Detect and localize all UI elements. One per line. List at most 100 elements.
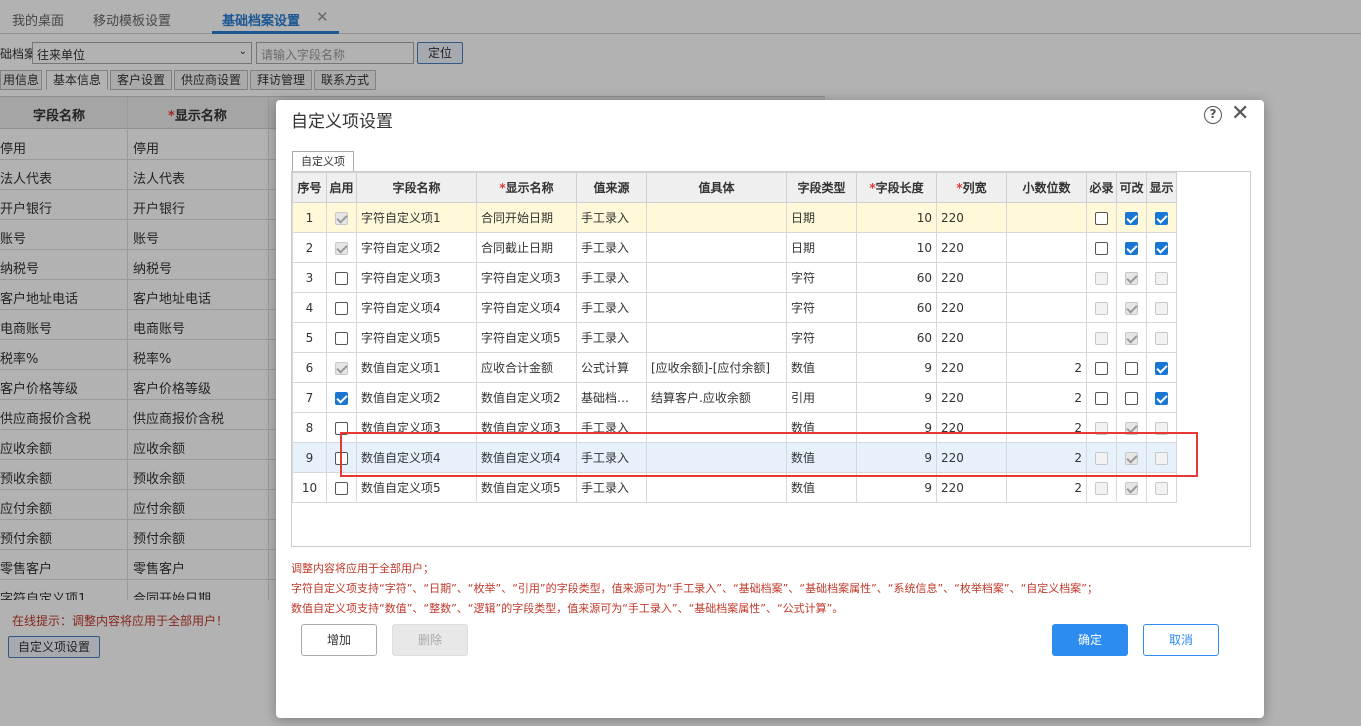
display-name-cell[interactable]: 应收合计金额 (476, 352, 577, 383)
display-name-cell[interactable]: 字符自定义项5 (476, 322, 577, 353)
editable-checkbox[interactable] (1125, 391, 1138, 405)
close-icon[interactable]: ✕ (1231, 103, 1249, 125)
column-width-cell[interactable]: 220 (936, 442, 1007, 473)
field-type-cell[interactable]: 日期 (786, 202, 857, 233)
enabled-checkbox[interactable] (335, 301, 348, 315)
seq-cell[interactable]: 4 (292, 292, 327, 323)
column-width-cell[interactable]: 220 (936, 412, 1007, 443)
decimals-cell[interactable] (1006, 292, 1087, 323)
decimals-cell[interactable] (1006, 202, 1087, 233)
decimals-cell[interactable]: 2 (1006, 472, 1087, 503)
value-detail-cell[interactable] (646, 442, 787, 473)
seq-cell[interactable]: 9 (292, 442, 327, 473)
field-type-cell[interactable]: 引用 (786, 382, 857, 413)
column-width-cell[interactable]: 220 (936, 262, 1007, 293)
value-detail-cell[interactable] (646, 232, 787, 263)
seq-cell[interactable]: 1 (292, 202, 327, 233)
table-row[interactable]: 5 字符自定义项5 字符自定义项5 手工录入 字符 60 220 (292, 322, 1177, 353)
cancel-button[interactable]: 取消 (1143, 624, 1219, 656)
decimals-cell[interactable] (1006, 232, 1087, 263)
field-length-cell[interactable]: 10 (856, 232, 937, 263)
value-source-cell[interactable]: 手工录入 (576, 232, 647, 263)
column-width-cell[interactable]: 220 (936, 202, 1007, 233)
enabled-checkbox[interactable] (335, 391, 348, 405)
display-name-cell[interactable]: 字符自定义项4 (476, 292, 577, 323)
help-icon[interactable]: ? (1204, 106, 1222, 124)
table-row[interactable]: 7 数值自定义项2 数值自定义项2 基础档… 结算客户.应收余额 引用 9 220 2 (292, 382, 1177, 413)
field-name-cell[interactable]: 字符自定义项3 (356, 262, 477, 293)
decimals-cell[interactable]: 2 (1006, 382, 1087, 413)
column-width-cell[interactable]: 220 (936, 232, 1007, 263)
display-name-cell[interactable]: 数值自定义项4 (476, 442, 577, 473)
value-source-cell[interactable]: 公式计算 (576, 352, 647, 383)
value-source-cell[interactable]: 手工录入 (576, 412, 647, 443)
value-source-cell[interactable]: 手工录入 (576, 442, 647, 473)
field-name-cell[interactable]: 数值自定义项1 (356, 352, 477, 383)
required-checkbox[interactable] (1095, 241, 1108, 255)
show-checkbox[interactable] (1155, 211, 1168, 225)
display-name-cell[interactable]: 数值自定义项3 (476, 412, 577, 443)
display-name-cell[interactable]: 数值自定义项2 (476, 382, 577, 413)
value-source-cell[interactable]: 手工录入 (576, 262, 647, 293)
field-length-cell[interactable]: 9 (856, 442, 937, 473)
decimals-cell[interactable]: 2 (1006, 352, 1087, 383)
display-name-cell[interactable]: 字符自定义项3 (476, 262, 577, 293)
display-name-cell[interactable]: 数值自定义项5 (476, 472, 577, 503)
delete-button[interactable]: 删除 (392, 624, 468, 656)
field-type-cell[interactable]: 数值 (786, 472, 857, 503)
column-width-cell[interactable]: 220 (936, 352, 1007, 383)
field-type-cell[interactable]: 字符 (786, 292, 857, 323)
display-name-cell[interactable]: 合同开始日期 (476, 202, 577, 233)
table-row[interactable]: 3 字符自定义项3 字符自定义项3 手工录入 字符 60 220 (292, 262, 1177, 293)
value-detail-cell[interactable] (646, 472, 787, 503)
table-row[interactable]: 9 数值自定义项4 数值自定义项4 手工录入 数值 9 220 2 (292, 442, 1177, 473)
field-length-cell[interactable]: 60 (856, 292, 937, 323)
field-name-cell[interactable]: 数值自定义项2 (356, 382, 477, 413)
ok-button[interactable]: 确定 (1052, 624, 1128, 656)
enabled-checkbox[interactable] (335, 451, 348, 465)
table-row[interactable]: 10 数值自定义项5 数值自定义项5 手工录入 数值 9 220 2 (292, 472, 1177, 503)
field-name-cell[interactable]: 数值自定义项3 (356, 412, 477, 443)
column-width-cell[interactable]: 220 (936, 292, 1007, 323)
value-source-cell[interactable]: 手工录入 (576, 202, 647, 233)
column-width-cell[interactable]: 220 (936, 472, 1007, 503)
field-name-cell[interactable]: 字符自定义项4 (356, 292, 477, 323)
editable-checkbox[interactable] (1125, 361, 1138, 375)
value-detail-cell[interactable] (646, 322, 787, 353)
field-name-cell[interactable]: 字符自定义项5 (356, 322, 477, 353)
table-row[interactable]: 2 字符自定义项2 合同截止日期 手工录入 日期 10 220 (292, 232, 1177, 263)
value-detail-cell[interactable] (646, 202, 787, 233)
decimals-cell[interactable] (1006, 262, 1087, 293)
field-length-cell[interactable]: 9 (856, 382, 937, 413)
add-button[interactable]: 增加 (301, 624, 377, 656)
table-row[interactable]: 6 数值自定义项1 应收合计金额 公式计算 [应收余额]-[应付余额] 数值 9 220 2 (292, 352, 1177, 383)
field-length-cell[interactable]: 9 (856, 472, 937, 503)
field-length-cell[interactable]: 10 (856, 202, 937, 233)
table-row[interactable]: 8 数值自定义项3 数值自定义项3 手工录入 数值 9 220 2 (292, 412, 1177, 443)
display-name-cell[interactable]: 合同截止日期 (476, 232, 577, 263)
field-name-cell[interactable]: 字符自定义项1 (356, 202, 477, 233)
seq-cell[interactable]: 8 (292, 412, 327, 443)
seq-cell[interactable]: 5 (292, 322, 327, 353)
decimals-cell[interactable] (1006, 322, 1087, 353)
enabled-checkbox[interactable] (335, 421, 348, 435)
field-name-cell[interactable]: 数值自定义项5 (356, 472, 477, 503)
column-width-cell[interactable]: 220 (936, 382, 1007, 413)
value-source-cell[interactable]: 手工录入 (576, 472, 647, 503)
required-checkbox[interactable] (1095, 361, 1108, 375)
field-type-cell[interactable]: 字符 (786, 322, 857, 353)
field-type-cell[interactable]: 数值 (786, 352, 857, 383)
decimals-cell[interactable]: 2 (1006, 412, 1087, 443)
seq-cell[interactable]: 10 (292, 472, 327, 503)
field-name-cell[interactable]: 数值自定义项4 (356, 442, 477, 473)
enabled-checkbox[interactable] (335, 271, 348, 285)
editable-checkbox[interactable] (1125, 211, 1138, 225)
decimals-cell[interactable]: 2 (1006, 442, 1087, 473)
value-detail-cell[interactable]: 结算客户.应收余额 (646, 382, 787, 413)
seq-cell[interactable]: 6 (292, 352, 327, 383)
field-name-cell[interactable]: 字符自定义项2 (356, 232, 477, 263)
show-checkbox[interactable] (1155, 361, 1168, 375)
seq-cell[interactable]: 3 (292, 262, 327, 293)
field-type-cell[interactable]: 日期 (786, 232, 857, 263)
field-length-cell[interactable]: 60 (856, 322, 937, 353)
